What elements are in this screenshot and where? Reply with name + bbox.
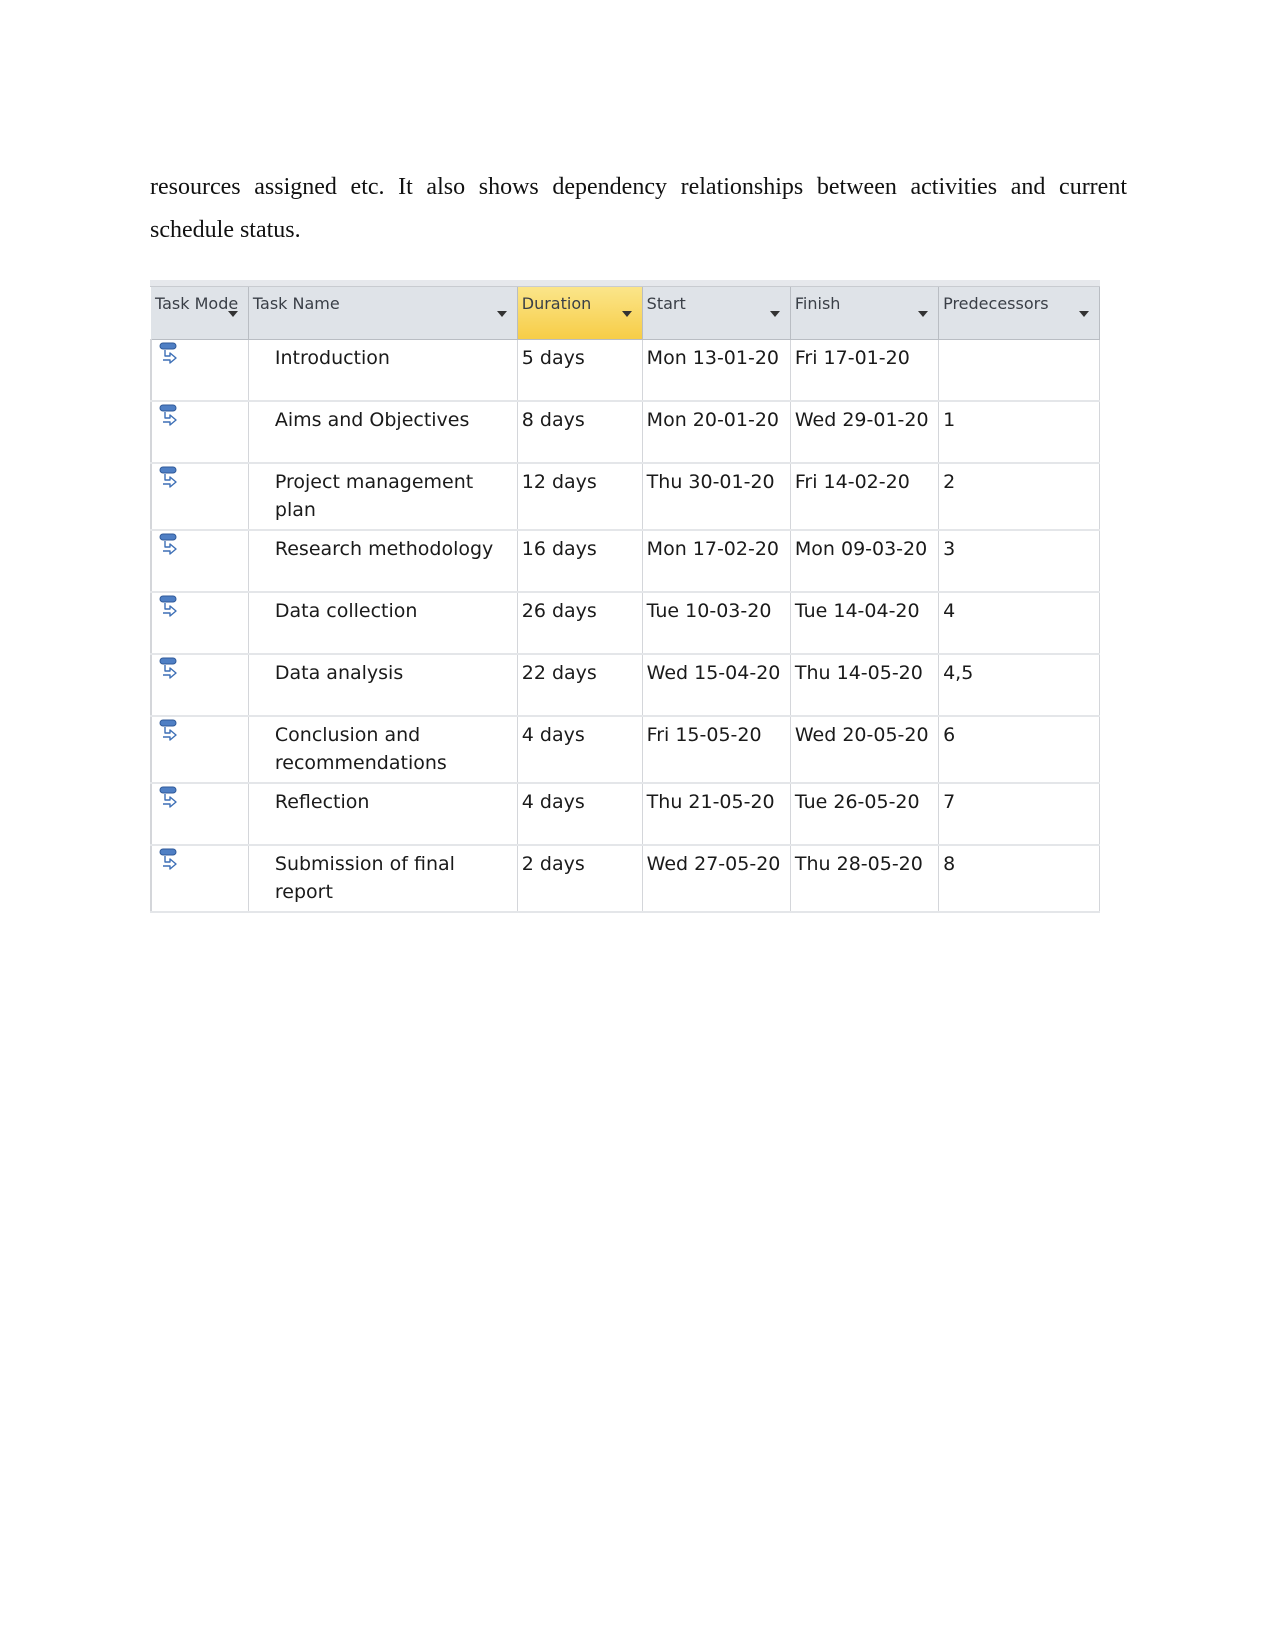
task-name-cell[interactable]: Project management plan <box>248 463 518 531</box>
auto-scheduled-task-icon <box>159 533 177 555</box>
start-cell[interactable]: Thu 21-05-20 <box>642 783 791 846</box>
auto-scheduled-task-icon <box>159 719 177 741</box>
start-cell[interactable]: Thu 30-01-20 <box>642 463 791 531</box>
header-start[interactable]: Start <box>642 287 791 340</box>
predecessors-cell[interactable]: 8 <box>938 845 1100 913</box>
finish-cell[interactable]: Mon 09-03-20 <box>790 530 940 593</box>
table-row[interactable]: Data collection 26 days Tue 10-03-20 Tue… <box>149 592 1100 655</box>
table-row[interactable]: Research methodology 16 days Mon 17-02-2… <box>149 530 1100 593</box>
dropdown-arrow-icon[interactable] <box>1079 311 1089 317</box>
start-cell[interactable]: Wed 15-04-20 <box>642 654 791 717</box>
predecessors-cell[interactable]: 2 <box>938 463 1100 531</box>
task-name-cell[interactable]: Data analysis <box>248 654 518 717</box>
task-name-cell[interactable]: Data collection <box>248 592 518 655</box>
task-name-cell[interactable]: Conclusion and recommendations <box>248 716 518 784</box>
table-row[interactable]: Submission of final report 2 days Wed 27… <box>149 845 1100 913</box>
task-mode-cell[interactable] <box>149 339 249 402</box>
predecessors-cell[interactable]: 7 <box>938 783 1100 846</box>
auto-scheduled-task-icon <box>159 595 177 617</box>
header-label: Predecessors <box>943 294 1049 313</box>
duration-cell[interactable]: 5 days <box>517 339 643 402</box>
table-row[interactable]: Reflection 4 days Thu 21-05-20 Tue 26-05… <box>149 783 1100 846</box>
finish-cell[interactable]: Wed 29-01-20 <box>790 401 940 464</box>
header-label: Duration <box>521 294 592 313</box>
task-mode-cell[interactable] <box>149 845 249 913</box>
task-mode-cell[interactable] <box>149 530 249 593</box>
task-mode-cell[interactable] <box>149 654 249 717</box>
task-mode-cell[interactable] <box>149 783 249 846</box>
auto-scheduled-task-icon <box>159 342 177 364</box>
table-row[interactable]: Introduction 5 days Mon 13-01-20 Fri 17-… <box>149 339 1100 402</box>
table-row[interactable]: Conclusion and recommendations 4 days Fr… <box>149 716 1100 784</box>
predecessors-cell[interactable] <box>938 339 1100 402</box>
dropdown-arrow-icon[interactable] <box>769 311 780 317</box>
auto-scheduled-task-icon <box>159 404 177 426</box>
duration-cell[interactable]: 4 days <box>517 783 643 846</box>
table-row[interactable]: Project management plan 12 days Thu 30-0… <box>149 463 1100 531</box>
task-mode-cell[interactable] <box>149 592 249 655</box>
predecessors-cell[interactable]: 3 <box>938 530 1100 593</box>
table-top-bar <box>150 280 1100 287</box>
predecessors-cell[interactable]: 6 <box>938 716 1100 784</box>
header-task-mode[interactable]: Task Mode <box>151 287 249 340</box>
start-cell[interactable]: Fri 15-05-20 <box>642 716 791 784</box>
gantt-task-table: Task Mode Task Name Duration Start Finis… <box>149 280 1100 913</box>
header-finish[interactable]: Finish <box>790 287 940 340</box>
header-task-name[interactable]: Task Name <box>248 287 518 340</box>
start-cell[interactable]: Wed 27-05-20 <box>642 845 791 913</box>
auto-scheduled-task-icon <box>159 848 177 870</box>
task-name-cell[interactable]: Research methodology <box>248 530 518 593</box>
header-label: Task Name <box>252 294 340 313</box>
finish-cell[interactable]: Tue 26-05-20 <box>790 783 940 846</box>
task-name-cell[interactable]: Submission of final report <box>248 845 518 913</box>
task-mode-cell[interactable] <box>149 401 249 464</box>
dropdown-arrow-icon[interactable] <box>621 311 632 317</box>
finish-cell[interactable]: Tue 14-04-20 <box>790 592 940 655</box>
header-duration[interactable]: Duration <box>517 287 643 340</box>
start-cell[interactable]: Mon 20-01-20 <box>642 401 791 464</box>
duration-cell[interactable]: 26 days <box>517 592 643 655</box>
duration-cell[interactable]: 16 days <box>517 530 643 593</box>
table-row[interactable]: Data analysis 22 days Wed 15-04-20 Thu 1… <box>149 654 1100 717</box>
body-paragraph: resources assigned etc. It also shows de… <box>150 174 1127 243</box>
duration-cell[interactable]: 8 days <box>517 401 643 464</box>
finish-cell[interactable]: Wed 20-05-20 <box>790 716 940 784</box>
predecessors-cell[interactable]: 4 <box>938 592 1100 655</box>
duration-cell[interactable]: 4 days <box>517 716 643 784</box>
task-mode-cell[interactable] <box>149 463 249 531</box>
auto-scheduled-task-icon <box>159 466 177 488</box>
header-label: Finish <box>794 294 841 313</box>
duration-cell[interactable]: 2 days <box>517 845 643 913</box>
start-cell[interactable]: Mon 13-01-20 <box>642 339 791 402</box>
header-predecessors[interactable]: Predecessors <box>938 287 1100 340</box>
header-label: Start <box>646 294 686 313</box>
dropdown-arrow-icon[interactable] <box>227 311 238 317</box>
start-cell[interactable]: Tue 10-03-20 <box>642 592 791 655</box>
finish-cell[interactable]: Thu 14-05-20 <box>790 654 940 717</box>
task-name-cell[interactable]: Reflection <box>248 783 518 846</box>
start-cell[interactable]: Mon 17-02-20 <box>642 530 791 593</box>
dropdown-arrow-icon[interactable] <box>496 311 507 317</box>
dropdown-arrow-icon[interactable] <box>918 311 929 317</box>
task-name-cell[interactable]: Introduction <box>248 339 518 402</box>
table-row[interactable]: Aims and Objectives 8 days Mon 20-01-20 … <box>149 401 1100 464</box>
auto-scheduled-task-icon <box>159 657 177 679</box>
predecessors-cell[interactable]: 1 <box>938 401 1100 464</box>
finish-cell[interactable]: Thu 28-05-20 <box>790 845 940 913</box>
finish-cell[interactable]: Fri 14-02-20 <box>790 463 940 531</box>
finish-cell[interactable]: Fri 17-01-20 <box>790 339 940 402</box>
task-mode-cell[interactable] <box>149 716 249 784</box>
task-name-cell[interactable]: Aims and Objectives <box>248 401 518 464</box>
predecessors-cell[interactable]: 4,5 <box>938 654 1100 717</box>
header-label: Task Mode <box>155 294 239 313</box>
auto-scheduled-task-icon <box>159 786 177 808</box>
duration-cell[interactable]: 12 days <box>517 463 643 531</box>
duration-cell[interactable]: 22 days <box>517 654 643 717</box>
